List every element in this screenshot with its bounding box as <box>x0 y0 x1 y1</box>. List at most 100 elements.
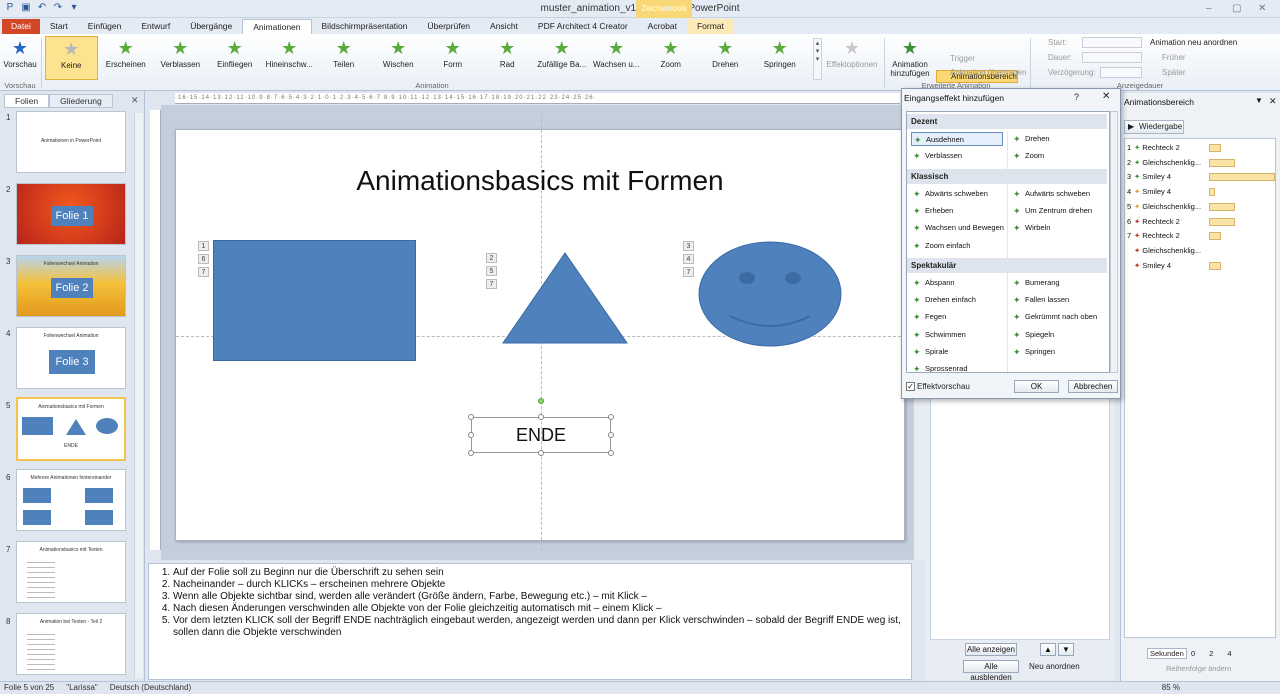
close-dialog-icon[interactable]: ✕ <box>1102 91 1110 102</box>
gallery-scroll[interactable]: ▴ ▾ ▾ <box>813 38 822 80</box>
effect-option[interactable]: Sprossenrad <box>911 362 968 372</box>
effect-option[interactable]: Um Zentrum drehen <box>1011 204 1092 218</box>
effect-option[interactable]: Drehen <box>1011 132 1050 146</box>
trigger-button[interactable]: Trigger <box>950 54 975 63</box>
effect-option[interactable]: Schwimmen <box>911 328 966 342</box>
animation-effect-button[interactable]: ★ Springen <box>754 36 807 80</box>
tab-outline[interactable]: Gliederung <box>49 94 113 108</box>
end-textbox[interactable]: ENDE <box>471 417 611 453</box>
animation-effect-button[interactable]: ★ Verblassen <box>154 36 207 80</box>
animation-effect-button[interactable]: ★ Zufällige Ba... <box>536 36 589 80</box>
help-icon[interactable]: ? <box>1074 92 1079 102</box>
animation-list-item[interactable]: 1 ✦ Rechteck 2 <box>1127 141 1180 155</box>
slides-scrollbar[interactable] <box>134 113 143 678</box>
play-button[interactable]: ▶ Wiedergabe <box>1124 120 1184 134</box>
smiley-shape[interactable] <box>697 240 843 348</box>
preview-button[interactable]: ★ Vorschau <box>2 36 38 80</box>
animation-tag[interactable]: 7 <box>486 279 497 289</box>
close-window-icon[interactable]: ✕ <box>1258 3 1266 14</box>
move-up-button[interactable]: ▲ <box>1040 643 1056 656</box>
resize-handle[interactable] <box>468 432 474 438</box>
effect-options-button[interactable]: ★ Effektoptionen <box>824 36 880 80</box>
slide-thumbnail-1[interactable]: Animationen in PowerPoint <box>16 111 126 173</box>
tab-slides[interactable]: Folien <box>4 94 50 108</box>
animation-list-item[interactable]: 6 ✦ Rechteck 2 <box>1127 215 1180 229</box>
slide-thumbnail-2[interactable]: Folie 1 <box>16 183 126 245</box>
animation-effect-button[interactable]: ★ Form <box>427 36 480 80</box>
animation-effect-button[interactable]: ★ Wachsen u... <box>590 36 643 80</box>
effect-option[interactable]: Springen <box>1011 345 1055 359</box>
tab-acrobat[interactable]: Acrobat <box>638 19 687 34</box>
animation-effect-button[interactable]: ★ Drehen <box>699 36 752 80</box>
animation-tag[interactable]: 4 <box>683 254 694 264</box>
tab-animationen[interactable]: Animationen <box>242 19 312 34</box>
animation-list-item[interactable]: ✦ Smiley 4 <box>1127 259 1171 273</box>
tab-format[interactable]: Format <box>686 19 734 34</box>
hide-all-button[interactable]: Alle ausblenden <box>963 660 1019 682</box>
animation-tag[interactable]: 5 <box>486 266 497 276</box>
animation-list-item[interactable]: 7 ✦ Rechteck 2 <box>1127 229 1180 243</box>
animation-list-item[interactable]: 4 ✦ Smiley 4 <box>1127 185 1171 199</box>
seconds-dropdown[interactable]: Sekunden <box>1147 648 1187 659</box>
animation-tag[interactable]: 1 <box>198 241 209 251</box>
animation-effect-button[interactable]: ★ Teilen <box>318 36 371 80</box>
effect-option[interactable]: Bumerang <box>1011 276 1060 290</box>
animation-none-button[interactable]: ★ Keine <box>45 36 98 80</box>
slide-thumbnail-3[interactable]: Folienwechsel Animation Folie 2 <box>16 255 126 317</box>
effect-list-scrollbar[interactable] <box>1110 111 1118 373</box>
tab-entwurf[interactable]: Entwurf <box>131 19 180 34</box>
animation-effect-button[interactable]: ★ Rad <box>481 36 534 80</box>
effect-option[interactable]: Erheben <box>911 204 953 218</box>
animation-list-item[interactable]: 2 ✦ Gleichschenklig... <box>1127 156 1201 170</box>
animation-list-item[interactable]: 3 ✦ Smiley 4 <box>1127 170 1171 184</box>
slide-thumbnail-8[interactable]: Animation bei Texten - Teil 2 <box>16 613 126 675</box>
close-panel-icon[interactable]: ✕ <box>131 95 139 106</box>
tab-uebergaenge[interactable]: Übergänge <box>180 19 242 34</box>
effect-option[interactable]: Fegen <box>911 310 946 324</box>
animation-tag[interactable]: 7 <box>198 267 209 277</box>
animation-list-item[interactable]: ✦ Gleichschenklig... <box>1127 244 1201 258</box>
animation-effect-button[interactable]: ★ Wischen <box>372 36 425 80</box>
language-indicator[interactable]: Deutsch (Deutschland) <box>110 682 191 694</box>
maximize-icon[interactable]: ▢ <box>1232 3 1241 14</box>
ok-button[interactable]: OK <box>1014 380 1059 393</box>
animation-painter-button[interactable]: Animation übertragen <box>950 68 1027 77</box>
animation-tag[interactable]: 6 <box>198 254 209 264</box>
close-pane-icon[interactable]: ✕ <box>1269 96 1277 107</box>
delay-input[interactable] <box>1100 67 1142 78</box>
animation-tag[interactable]: 2 <box>486 253 497 263</box>
effect-option[interactable]: Wachsen und Bewegen <box>911 221 1004 235</box>
pane-menu-icon[interactable]: ▼ <box>1255 96 1263 105</box>
tab-pdf-architect[interactable]: PDF Architect 4 Creator <box>528 19 638 34</box>
resize-handle[interactable] <box>608 432 614 438</box>
effect-option[interactable]: Abspann <box>911 276 955 290</box>
effect-option[interactable]: Zoom <box>1011 149 1044 163</box>
animation-effect-button[interactable]: ★ Einfliegen <box>209 36 262 80</box>
zoom-level[interactable]: 85 % <box>1162 682 1180 694</box>
rotation-handle[interactable] <box>538 398 544 404</box>
effect-preview-checkbox[interactable]: ✓ <box>906 382 915 391</box>
effect-option[interactable]: Spirale <box>911 345 948 359</box>
animation-effect-button[interactable]: ★ Erscheinen <box>100 36 153 80</box>
resize-handle[interactable] <box>538 450 544 456</box>
notes-pane[interactable]: Auf der Folie soll zu Beginn nur die Übe… <box>148 563 912 680</box>
cancel-button[interactable]: Abbrechen <box>1068 380 1118 393</box>
effect-option[interactable]: Fallen lassen <box>1011 293 1069 307</box>
slide-thumbnail-4[interactable]: Folienwechsel Animation Folie 3 <box>16 327 126 389</box>
effect-option[interactable]: Aufwärts schweben <box>1011 187 1090 201</box>
tab-datei[interactable]: Datei <box>2 19 40 34</box>
duration-input[interactable] <box>1082 52 1142 63</box>
effect-option[interactable]: Wirbeln <box>1011 221 1050 235</box>
resize-handle[interactable] <box>538 414 544 420</box>
rectangle-shape[interactable] <box>213 240 416 361</box>
effect-option[interactable]: Spiegeln <box>1011 328 1054 342</box>
animation-tag[interactable]: 7 <box>683 267 694 277</box>
slide-title[interactable]: Animationsbasics mit Formen <box>176 165 904 197</box>
effect-option[interactable]: Zoom einfach <box>911 239 970 253</box>
minimize-icon[interactable]: – <box>1206 3 1212 14</box>
effect-option[interactable]: Gekrümmt nach oben <box>1011 310 1097 324</box>
slide-thumbnail-5[interactable]: Animationsbasics mit Formen ENDE <box>16 397 126 461</box>
effect-option[interactable]: Ausdehnen <box>911 132 1003 147</box>
tab-ansicht[interactable]: Ansicht <box>480 19 528 34</box>
resize-handle[interactable] <box>608 450 614 456</box>
